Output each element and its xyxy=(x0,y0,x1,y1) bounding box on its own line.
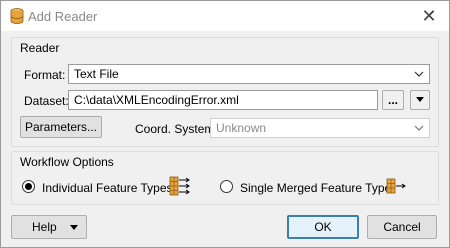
radio-button-unchecked[interactable] xyxy=(220,180,233,193)
browse-button[interactable]: ... xyxy=(382,90,404,110)
add-reader-dialog: Add Reader ✕ Reader Format: Text File Da… xyxy=(0,0,450,248)
dataset-value: C:\data\XMLEncodingError.xml xyxy=(74,93,239,107)
merged-feature-type-icon xyxy=(386,178,406,194)
workflow-options-group: Workflow Options Individual Feature Type… xyxy=(11,151,439,205)
format-label: Format: xyxy=(24,68,66,82)
reader-group: Reader Format: Text File Dataset: C:\dat… xyxy=(11,37,439,147)
format-select[interactable]: Text File xyxy=(68,64,430,84)
workflow-group-title: Workflow Options xyxy=(20,155,114,169)
radio-single-merged-feature-type[interactable]: Single Merged Feature Type xyxy=(220,178,420,196)
ok-button[interactable]: OK xyxy=(287,215,359,239)
chevron-down-icon xyxy=(414,125,424,131)
parameters-button[interactable]: Parameters... xyxy=(20,116,102,138)
dataset-label: Dataset: xyxy=(24,94,69,108)
triangle-down-icon xyxy=(416,97,424,102)
title-bar: Add Reader ✕ xyxy=(1,1,449,31)
coord-system-select[interactable]: Unknown xyxy=(210,118,430,138)
feature-types-icon xyxy=(169,176,190,196)
cancel-button[interactable]: Cancel xyxy=(367,215,437,239)
coord-system-value: Unknown xyxy=(216,121,267,135)
dataset-dropdown-button[interactable] xyxy=(410,90,430,110)
browse-label: ... xyxy=(387,93,398,107)
help-label: Help xyxy=(32,220,57,234)
format-value: Text File xyxy=(74,67,119,81)
individual-feature-types-label: Individual Feature Types xyxy=(42,181,173,195)
cancel-label: Cancel xyxy=(383,220,421,234)
close-button[interactable]: ✕ xyxy=(409,1,449,31)
single-merged-feature-type-label: Single Merged Feature Type xyxy=(240,181,392,195)
close-icon: ✕ xyxy=(421,5,437,26)
reader-group-title: Reader xyxy=(20,41,60,55)
radio-button-checked[interactable] xyxy=(22,180,35,193)
ok-label: OK xyxy=(314,220,332,234)
parameters-label: Parameters... xyxy=(24,120,98,134)
help-split-button[interactable]: Help xyxy=(11,215,87,239)
dataset-input[interactable]: C:\data\XMLEncodingError.xml xyxy=(68,90,378,110)
app-icon xyxy=(10,8,24,24)
coord-system-label: Coord. System: xyxy=(135,122,218,136)
caret-down-icon[interactable] xyxy=(70,225,78,230)
radio-individual-feature-types[interactable]: Individual Feature Types xyxy=(22,176,202,196)
chevron-down-icon xyxy=(414,71,424,77)
window-title: Add Reader xyxy=(28,9,98,24)
